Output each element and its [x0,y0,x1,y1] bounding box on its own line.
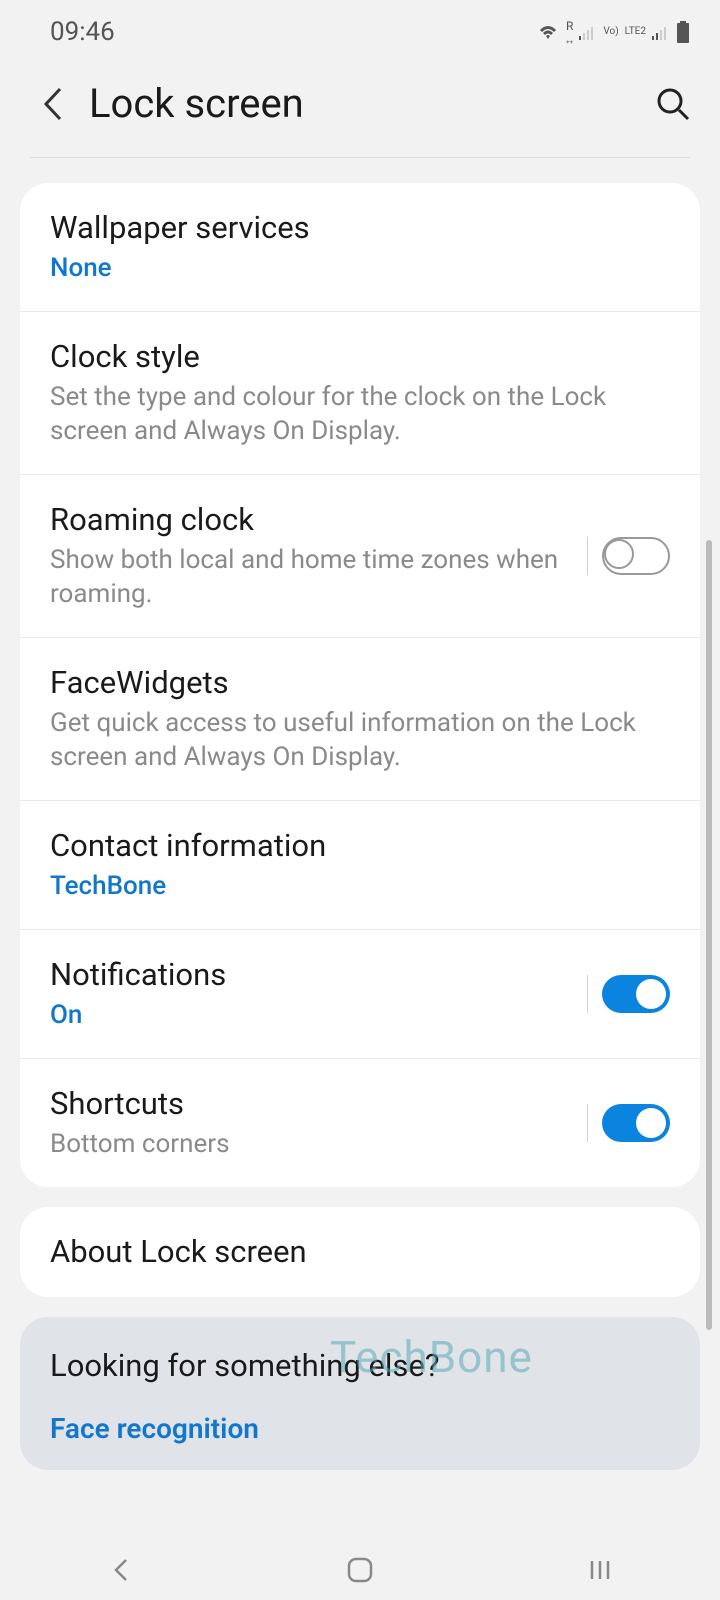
face-recognition-link[interactable]: Face recognition [50,1412,670,1445]
signal-icon-1 [579,24,597,40]
toggle-separator [587,537,588,575]
toggle-separator [587,1104,588,1142]
item-desc: Set the type and colour for the clock on… [50,381,670,449]
navigation-bar [0,1540,720,1600]
item-title: Shortcuts [50,1084,587,1124]
nav-recents[interactable] [570,1558,630,1582]
back-button[interactable] [40,85,64,123]
suggestions-title: Looking for something else? [50,1347,670,1384]
header-divider [30,157,690,158]
item-value: TechBone [50,870,670,904]
wallpaper-services-item[interactable]: Wallpaper services None [20,183,700,312]
item-desc: Bottom corners [50,1128,587,1162]
nav-home[interactable] [330,1556,390,1584]
item-title: About Lock screen [50,1232,670,1272]
item-title: Roaming clock [50,500,587,540]
contact-information-item[interactable]: Contact information TechBone [20,801,700,930]
item-value: None [50,252,670,286]
toggle-separator [587,975,588,1013]
item-value: On [50,999,587,1033]
item-title: Contact information [50,826,670,866]
status-time: 09:46 [50,17,115,47]
shortcuts-item[interactable]: Shortcuts Bottom corners [20,1059,700,1187]
item-title: Notifications [50,955,587,995]
about-lock-screen-item[interactable]: About Lock screen [20,1207,700,1297]
item-title: Wallpaper services [50,208,670,248]
item-desc: Get quick access to useful information o… [50,707,670,775]
clock-style-item[interactable]: Clock style Set the type and colour for … [20,312,700,475]
suggestions-section: Looking for something else? Face recogni… [20,1317,700,1470]
shortcuts-toggle[interactable] [602,1104,670,1142]
settings-card: Wallpaper services None Clock style Set … [20,183,700,1187]
roaming-clock-item[interactable]: Roaming clock Show both local and home t… [20,475,700,638]
search-button[interactable] [656,87,690,121]
item-desc: Show both local and home time zones when… [50,544,587,612]
wifi-icon [536,23,560,41]
lte-indicator: LTE2 [625,27,646,37]
page-title: Lock screen [89,80,656,127]
roaming-clock-toggle[interactable] [602,537,670,575]
facewidgets-item[interactable]: FaceWidgets Get quick access to useful i… [20,638,700,801]
volte-indicator: Vo) [603,27,618,37]
notifications-toggle[interactable] [602,975,670,1013]
scroll-indicator[interactable] [706,540,712,1330]
item-title: Clock style [50,337,670,377]
notifications-item[interactable]: Notifications On [20,930,700,1059]
status-icons: R₊₊ Vo) LTE2 [536,20,690,45]
status-bar: 09:46 R₊₊ Vo) LTE2 [0,0,720,60]
item-title: FaceWidgets [50,663,670,703]
roaming-indicator: R₊₊ [566,20,573,45]
signal-icon-2 [652,24,670,40]
header: Lock screen [0,60,720,157]
battery-icon [676,21,690,43]
about-card: About Lock screen [20,1207,700,1297]
nav-back[interactable] [90,1556,150,1584]
